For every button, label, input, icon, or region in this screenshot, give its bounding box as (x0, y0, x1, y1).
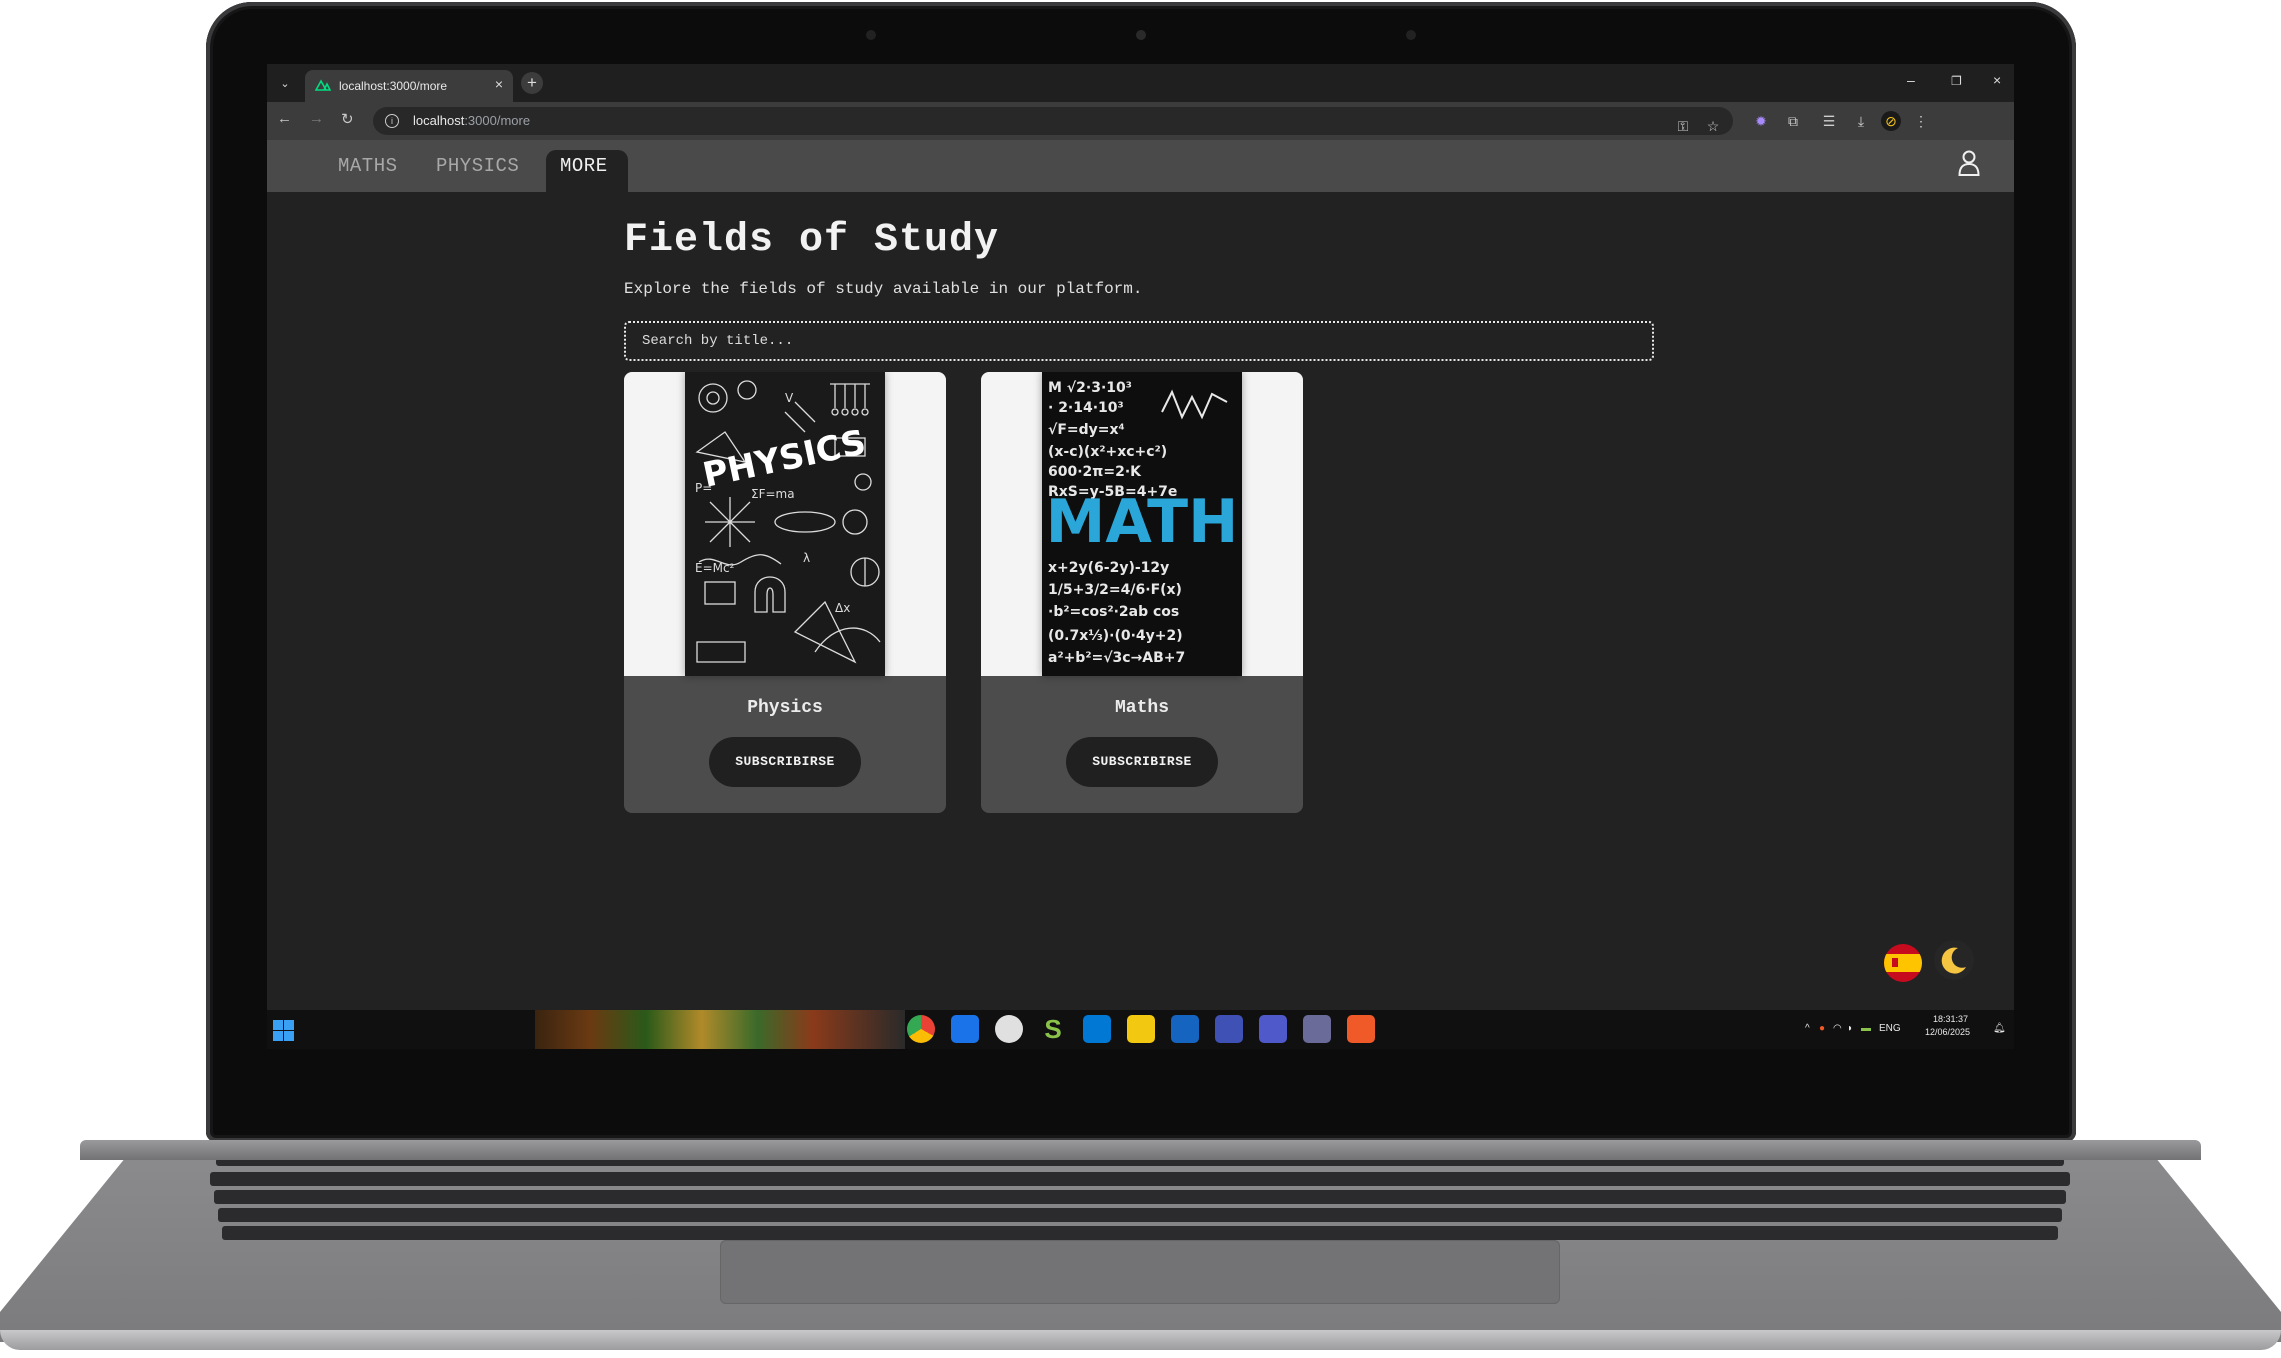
chat-app-icon[interactable] (1171, 1015, 1199, 1043)
restore-button[interactable]: ❐ (1951, 74, 1962, 88)
minimize-button[interactable]: – (1907, 72, 1915, 88)
s-app-icon[interactable]: S (1039, 1015, 1067, 1043)
vs-icon[interactable] (1215, 1015, 1243, 1043)
svg-text:√F=dy=x⁴: √F=dy=x⁴ (1048, 422, 1125, 438)
windows-taskbar: S ^ ● ◠ ◗ ▬ ENG 18:31:37 12/06/2025 🔔︎ (267, 1010, 2014, 1049)
screen: ⌄ localhost:3000/more × + – ❐ × ← → ↻ i … (267, 64, 2014, 1049)
site-nav: MATHS PHYSICS MORE (267, 140, 2014, 192)
nav-link-maths[interactable]: MATHS (338, 155, 398, 177)
forward-arrow-icon[interactable]: → (309, 110, 324, 127)
svg-text:Δx: Δx (835, 601, 850, 615)
tray-chevron-icon[interactable]: ^ (1805, 1023, 1810, 1034)
search-input[interactable] (624, 321, 1654, 361)
reading-list-icon[interactable]: ☰ (1819, 111, 1839, 131)
file-explorer-icon[interactable] (1127, 1015, 1155, 1043)
webcam (1136, 30, 1146, 40)
profile-icon[interactable]: ⊘ (1881, 111, 1901, 131)
volume-icon[interactable]: ◗ (1847, 1023, 1853, 1034)
menu-dots-icon[interactable]: ⋮ (1911, 111, 1931, 131)
subscribe-button-maths[interactable]: SUBSCRIBIRSE (1066, 737, 1218, 787)
card-image-area: V ΣF=ma E=Mc² λ P= Δx PHYSICS (624, 372, 946, 676)
store-icon[interactable] (951, 1015, 979, 1043)
svg-text:x+2y(6-2y)-12y: x+2y(6-2y)-12y (1048, 560, 1169, 576)
spain-flag-icon[interactable] (1884, 944, 1922, 982)
windows-start-icon[interactable] (273, 1020, 295, 1042)
hinge (80, 1140, 2201, 1160)
reload-icon[interactable]: ↻ (341, 110, 354, 128)
svg-text:1/5+3/2=4/6·F(x): 1/5+3/2=4/6·F(x) (1048, 582, 1182, 598)
browser-tab-bar: ⌄ localhost:3000/more × + – ❐ × (267, 64, 2014, 102)
search-highlight-image (535, 1010, 905, 1049)
nuxt-icon (315, 79, 331, 91)
git-app-icon[interactable] (1347, 1015, 1375, 1043)
keyboard-deck (0, 1152, 2281, 1342)
laptop-base (0, 1140, 2281, 1358)
user-icon[interactable] (1958, 150, 1980, 176)
tab-title: localhost:3000/more (339, 79, 448, 93)
svg-text:V: V (785, 391, 794, 405)
svg-text:E=Mc²: E=Mc² (695, 561, 735, 575)
browser-toolbar: ← → ↻ i localhost:3000/more ⚿ ☆ ✹ ⧉ ☰ ⤓ … (267, 102, 2014, 140)
card-title: Physics (747, 698, 823, 718)
url-text: localhost:3000/more (413, 113, 531, 128)
svg-text:·b²=cos²·2ab cos: ·b²=cos²·2ab cos (1048, 604, 1179, 620)
field-card-maths[interactable]: M √2·3·10³ · 2·14·10³ √F=dy=x⁴ (x-c)(x²+… (981, 372, 1303, 813)
page-title: Fields of Study (624, 218, 1000, 263)
card-title: Maths (1114, 698, 1169, 718)
svg-text:λ: λ (803, 551, 810, 565)
subscribe-button-physics[interactable]: SUBSCRIBIRSE (709, 737, 861, 787)
clock-date[interactable]: 12/06/2025 (1925, 1027, 1970, 1037)
maths-image-word: MATH (1046, 487, 1239, 557)
chrome-icon[interactable] (907, 1015, 935, 1043)
tray-app-icon[interactable]: ● (1819, 1023, 1825, 1034)
moon-icon[interactable] (1934, 940, 1974, 980)
clock-time[interactable]: 18:31:37 (1933, 1014, 1968, 1024)
extensions-puzzle-icon[interactable]: ⧉ (1783, 111, 1803, 131)
search-app-icon[interactable] (995, 1015, 1023, 1043)
website: MATHS PHYSICS MORE Fields of Study Explo… (267, 140, 2014, 1010)
keyboard (210, 1152, 2070, 1240)
address-bar[interactable]: i localhost:3000/more ⚿ ☆ (373, 107, 1733, 135)
card-image-area: M √2·3·10³ · 2·14·10³ √F=dy=x⁴ (x-c)(x²+… (981, 372, 1303, 676)
field-card-physics[interactable]: V ΣF=ma E=Mc² λ P= Δx PHYSICS Physics SU… (624, 372, 946, 813)
site-info-icon[interactable]: i (385, 114, 399, 128)
wifi-icon[interactable]: ◠ (1833, 1023, 1842, 1034)
sensor-dot (866, 30, 876, 40)
sensor-dot (1406, 30, 1416, 40)
tab-close-icon[interactable]: × (495, 76, 503, 92)
new-tab-button[interactable]: + (521, 72, 543, 94)
tab-search-icon[interactable]: ⌄ (275, 74, 295, 94)
svg-text:(x-c)(x²+xc+c²): (x-c)(x²+xc+c²) (1048, 444, 1167, 460)
page-subtitle: Explore the fields of study available in… (624, 280, 1143, 298)
battery-icon[interactable]: ▬ (1861, 1023, 1871, 1034)
bookmark-star-icon[interactable]: ☆ (1703, 116, 1723, 136)
nav-link-physics[interactable]: PHYSICS (436, 155, 519, 177)
browser-tab[interactable]: localhost:3000/more × (305, 70, 513, 102)
download-icon[interactable]: ⤓ (1851, 111, 1871, 131)
svg-text:600·2π=2·K: 600·2π=2·K (1048, 464, 1142, 480)
base-edge (0, 1330, 2281, 1350)
trackpad (720, 1240, 1560, 1304)
svg-text:(0.7x⅓)·(0·4y+2): (0.7x⅓)·(0·4y+2) (1048, 628, 1183, 644)
vscode-icon[interactable] (1083, 1015, 1111, 1043)
app-icon[interactable] (1303, 1015, 1331, 1043)
close-window-button[interactable]: × (1993, 72, 2001, 88)
language-indicator[interactable]: ENG (1879, 1023, 1901, 1034)
extension-icon[interactable]: ✹ (1751, 111, 1771, 131)
back-arrow-icon[interactable]: ← (277, 110, 292, 127)
svg-text:a²+b²=√3c→AB+7: a²+b²=√3c→AB+7 (1048, 650, 1185, 666)
notification-bell-icon[interactable]: 🔔︎ (1993, 1023, 2006, 1034)
svg-text:M √2·3·10³: M √2·3·10³ (1048, 380, 1132, 396)
svg-text:· 2·14·10³: · 2·14·10³ (1048, 400, 1124, 416)
physics-image: V ΣF=ma E=Mc² λ P= Δx PHYSICS (685, 372, 885, 676)
password-key-icon[interactable]: ⚿ (1673, 116, 1693, 136)
teams-icon[interactable] (1259, 1015, 1287, 1043)
maths-image: M √2·3·10³ · 2·14·10³ √F=dy=x⁴ (x-c)(x²+… (1042, 372, 1242, 676)
svg-text:ΣF=ma: ΣF=ma (751, 487, 795, 501)
nav-link-more[interactable]: MORE (560, 155, 608, 177)
